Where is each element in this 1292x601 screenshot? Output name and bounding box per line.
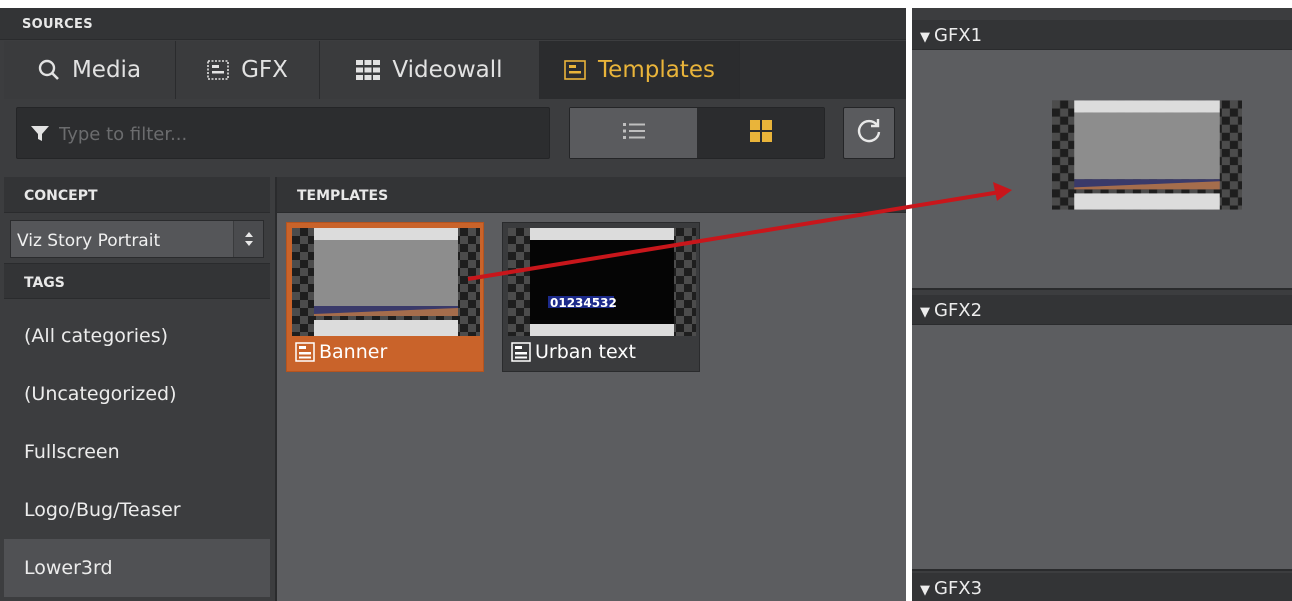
tab-label: Videowall [392,57,503,83]
filter-icon [31,126,49,146]
tag-list: (All categories) (Uncategorized) Fullscr… [4,307,270,597]
sources-panel: SOURCES Media GFX Videowall Templates Ty… [0,8,906,601]
gfx1-canvas[interactable] [912,50,1292,290]
source-tabs: Media GFX Videowall Templates [4,41,906,99]
gfx-panel: ▼ GFX1 ▼ GFX2 ▼ GFX3 [912,8,1292,601]
template-icon [295,342,315,362]
concept-select[interactable]: Viz Story Portrait [10,220,264,258]
tab-videowall[interactable]: Videowall [320,41,540,99]
urban-text-thumbnail: 01234532 [508,228,696,336]
tab-label: Media [71,57,142,83]
filter-toolbar [4,99,906,177]
grid-view-button[interactable] [697,108,824,158]
template-name: Banner [319,341,388,363]
template-label: Urban text [511,341,636,363]
gfx2-header[interactable]: ▼ GFX2 [912,295,1292,325]
tag-item[interactable]: (Uncategorized) [4,365,270,423]
select-arrows-icon [233,221,263,257]
collapse-triangle-icon: ▼ [920,30,930,45]
search-icon [38,59,60,81]
templates-column: TEMPLATES Banner 01234532 Urban text [275,177,906,601]
thumb-text: 01234532 [550,296,617,310]
refresh-button[interactable] [843,107,895,159]
templates-icon [564,59,586,81]
tab-templates[interactable]: Templates [540,41,740,99]
tab-label: GFX [241,57,288,83]
tag-item[interactable]: Logo/Bug/Teaser [4,481,270,539]
template-icon [511,342,531,362]
collapse-triangle-icon: ▼ [920,583,930,598]
tab-label: Templates [598,57,715,83]
gfx-label: GFX3 [934,578,983,599]
tag-item[interactable]: (All categories) [4,307,270,365]
filter-input[interactable] [59,120,529,148]
concept-header: CONCEPT [4,177,270,213]
collapse-triangle-icon: ▼ [920,305,930,320]
template-label: Banner [295,341,387,363]
tag-item[interactable]: Fullscreen [4,423,270,481]
tab-gfx[interactable]: GFX [176,41,320,99]
template-tile-banner[interactable]: Banner [286,222,484,372]
sources-title: SOURCES [22,17,93,32]
view-toggle [569,107,825,159]
gfx3-header[interactable]: ▼ GFX3 [912,573,1292,601]
tag-item-selected[interactable]: Lower3rd [4,539,270,597]
tab-media[interactable]: Media [4,41,176,99]
list-icon [622,121,645,145]
concept-column: CONCEPT Viz Story Portrait TAGS (All cat… [4,177,270,601]
template-tile-urban-text[interactable]: 01234532 Urban text [502,222,700,372]
gfx-label: GFX1 [934,25,983,46]
refresh-icon [856,118,882,148]
filter-field [16,107,550,159]
gfx-label: GFX2 [934,300,983,321]
gfx2-canvas[interactable] [912,325,1292,571]
gfx1-header[interactable]: ▼ GFX1 [912,20,1292,50]
templates-header: TEMPLATES [277,177,906,213]
tags-header: TAGS [4,263,270,299]
banner-thumbnail [292,228,480,336]
list-view-button[interactable] [570,108,697,158]
gfx1-preview [1052,100,1242,210]
template-name: Urban text [535,341,637,363]
videowall-icon [356,59,381,81]
grid-icon [749,120,772,146]
concept-value: Viz Story Portrait [17,231,161,251]
sources-header: SOURCES [0,8,906,40]
gfx-icon [207,59,229,81]
